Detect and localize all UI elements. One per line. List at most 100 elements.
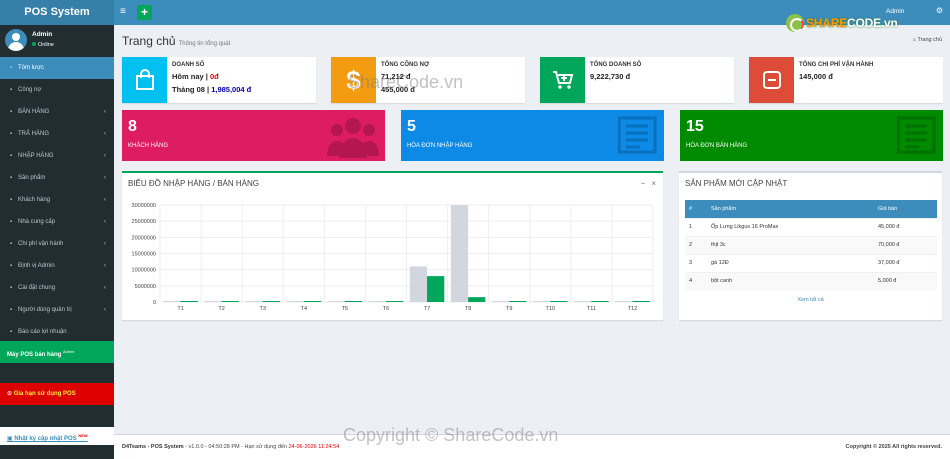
footer-expiry: 24-06-2026 11:24:54 xyxy=(288,444,340,450)
minimize-button[interactable]: − xyxy=(641,179,646,188)
breadcrumb[interactable]: ⌂ Trang chủ xyxy=(913,37,942,43)
revenue-month: Tháng 08 | 1,985,004 đ xyxy=(172,85,251,94)
import-sales-chart: 30000000 25000000 20000000 15000000 10000000… xyxy=(132,203,654,312)
chevron-left-icon: ‹ xyxy=(104,285,106,291)
changelog-label: Nhật ký cập nhật POS xyxy=(14,436,77,442)
main-content: Trang chủ Thông tin tổng quát ⌂ Trang chủ… xyxy=(114,25,950,434)
stat-box-customers[interactable]: 8 KHÁCH HÀNG xyxy=(122,110,385,161)
sidebar-item-9[interactable]: ▪ Định vị Admin ‹ xyxy=(0,255,114,277)
sidebar-item-1[interactable]: ▪ Công nợ xyxy=(0,79,114,101)
renew-button[interactable]: ⊙ Gia hạn sử dụng POS xyxy=(0,383,114,405)
x-tick-label: T10 xyxy=(546,306,555,312)
cart-icon: ▪ xyxy=(10,109,13,115)
col-price: Giá bán xyxy=(874,200,937,218)
gear-icon[interactable]: ⚙ xyxy=(936,6,943,15)
y-tick-label: 0 xyxy=(153,300,156,306)
col-index: # xyxy=(685,200,707,218)
chevron-left-icon: ‹ xyxy=(104,175,106,181)
online-status: Online xyxy=(32,42,114,48)
sidebar-item-label: Khách hàng xyxy=(18,197,51,203)
sidebar-item-11[interactable]: ▪ Người dùng quản trị ‹ xyxy=(0,299,114,321)
close-button[interactable]: × xyxy=(651,179,656,188)
cell-name: bột canh xyxy=(707,271,874,290)
bar-T2-series-0 xyxy=(204,301,222,302)
sidebar-item-5[interactable]: ▪ Sản phẩm ‹ xyxy=(0,167,114,189)
info-box-icon-bg xyxy=(540,57,585,103)
cell-name: thịt 3c xyxy=(707,235,874,254)
sidebar-item-label: NHẬP HÀNG xyxy=(18,153,54,159)
revenue-today-value: 0đ xyxy=(209,72,219,81)
app-logo[interactable]: POS System xyxy=(0,0,114,25)
total-sales-value: 9,222,730 đ xyxy=(590,72,631,81)
bar-T7-series-0 xyxy=(409,266,428,302)
products-table: # Sản phẩm Giá bán 1 Ốp Lưng Likgus 16 Pr… xyxy=(685,200,937,290)
admin-users-icon: ▪ xyxy=(10,307,13,313)
bar-T8-series-1 xyxy=(468,297,486,302)
view-all-link[interactable]: Xem tất cả xyxy=(679,297,942,303)
customers-label: KHÁCH HÀNG xyxy=(128,143,169,149)
sidebar-item-7[interactable]: ▪ Nhà cung cấp ‹ xyxy=(0,211,114,233)
stat-box-sales-invoices[interactable]: 15 HÓA ĐƠN BÁN HÀNG xyxy=(680,110,943,161)
bar-T12-series-0 xyxy=(615,301,633,302)
breadcrumb-home[interactable]: Trang chủ xyxy=(917,37,942,43)
table-row[interactable]: 2 thịt 3c 70,000 đ xyxy=(685,235,937,254)
bar-T8-series-0 xyxy=(450,205,469,302)
cell-n: 4 xyxy=(685,271,707,290)
user-location-icon: ▪ xyxy=(10,263,13,269)
menu-toggle-icon[interactable]: ≡ xyxy=(120,6,126,18)
user-name: Admin xyxy=(32,31,53,38)
bar-T4-series-1 xyxy=(303,301,322,302)
new-products-title: SẢN PHẨM MỚI CẬP NHẬT xyxy=(685,179,788,188)
import-invoices-label: HÓA ĐƠN NHẬP HÀNG xyxy=(407,143,473,149)
sidebar-item-12[interactable]: ▪ Báo cáo lợi nhuận xyxy=(0,321,114,343)
info-box-total-sales: TỔNG DOANH SỐ 9,222,730 đ xyxy=(540,57,734,103)
footer-info: - v1.0.0 - 04:50:28 PM - Hạn sử dụng đến xyxy=(183,444,289,450)
sidebar-item-8[interactable]: ▪ Chi phí vận hành ‹ xyxy=(0,233,114,255)
sidebar-item-6[interactable]: ▪ Khách hàng ‹ xyxy=(0,189,114,211)
revenue-label: DOANH SỐ xyxy=(172,62,205,68)
new-products-panel: SẢN PHẨM MỚI CẬP NHẬT # Sản phẩm Giá bán… xyxy=(679,171,942,320)
y-tick-label: 10000000 xyxy=(132,268,156,274)
revenue-today-label: Hôm nay | xyxy=(172,72,210,81)
operating-cost-label: TỔNG CHI PHÍ VẬN HÀNH xyxy=(799,62,874,68)
expense-icon: ▪ xyxy=(10,241,13,247)
sidebar-item-4[interactable]: ▪ NHẬP HÀNG ‹ xyxy=(0,145,114,167)
cell-name: Ốp Lưng Likgus 16 ProMax xyxy=(707,217,874,236)
x-tick-label: T6 xyxy=(383,306,389,312)
x-tick-label: T8 xyxy=(465,306,471,312)
sidebar-item-label: TRẢ HÀNG xyxy=(18,131,50,137)
add-button[interactable]: + xyxy=(137,5,152,20)
cell-name: gà 12Đ xyxy=(707,253,874,272)
sidebar-item-10[interactable]: ▪ Cài đặt chung ‹ xyxy=(0,277,114,299)
chart-panel-tools: − × xyxy=(635,179,656,188)
y-tick-label: 5000000 xyxy=(135,284,156,290)
chevron-left-icon: ‹ xyxy=(104,197,106,203)
sidebar-item-3[interactable]: ▪ TRẢ HÀNG ‹ xyxy=(0,123,114,145)
table-row[interactable]: 3 gà 12Đ 37,000 đ xyxy=(685,253,937,272)
shopping-bag-icon xyxy=(135,69,154,90)
bar-T6-series-1 xyxy=(385,301,404,302)
home-icon: ⌂ xyxy=(912,37,916,43)
table-row[interactable]: 4 bột canh 5,000 đ xyxy=(685,271,937,290)
x-tick-label: T2 xyxy=(218,306,224,312)
bar-T1-series-0 xyxy=(163,301,181,302)
table-row[interactable]: 1 Ốp Lưng Likgus 16 ProMax 45,000 đ xyxy=(685,217,937,236)
info-box-icon-bg xyxy=(122,57,167,103)
footer-brand: D4Teams - POS System xyxy=(122,444,184,450)
import-invoices-count: 5 xyxy=(407,118,416,135)
x-tick-label: T9 xyxy=(506,306,512,312)
sidebar-item-0[interactable]: ▪ Tóm lược xyxy=(0,57,114,79)
chevron-left-icon: ‹ xyxy=(104,307,106,313)
footer-copyright: Copyright © 2025 All rights reserved. xyxy=(845,444,942,450)
sidebar-item-label: Nhà cung cấp xyxy=(18,219,56,225)
stat-box-import-invoices[interactable]: 5 HÓA ĐƠN NHẬP HÀNG xyxy=(401,110,664,161)
x-tick-label: T11 xyxy=(587,306,596,312)
bar-T5-series-1 xyxy=(344,301,363,302)
changelog-link[interactable]: ▣ Nhật ký cập nhật POS NEW xyxy=(0,427,114,445)
cell-n: 2 xyxy=(685,235,707,254)
page-title: Trang chủ xyxy=(122,34,176,48)
bar-T3-series-0 xyxy=(245,301,263,302)
sidebar-item-2[interactable]: ▪ BÁN HÀNG ‹ xyxy=(0,101,114,123)
pos-machine-button[interactable]: Máy POS bán hàng Admin xyxy=(0,341,114,363)
minus-square-icon xyxy=(762,71,781,89)
